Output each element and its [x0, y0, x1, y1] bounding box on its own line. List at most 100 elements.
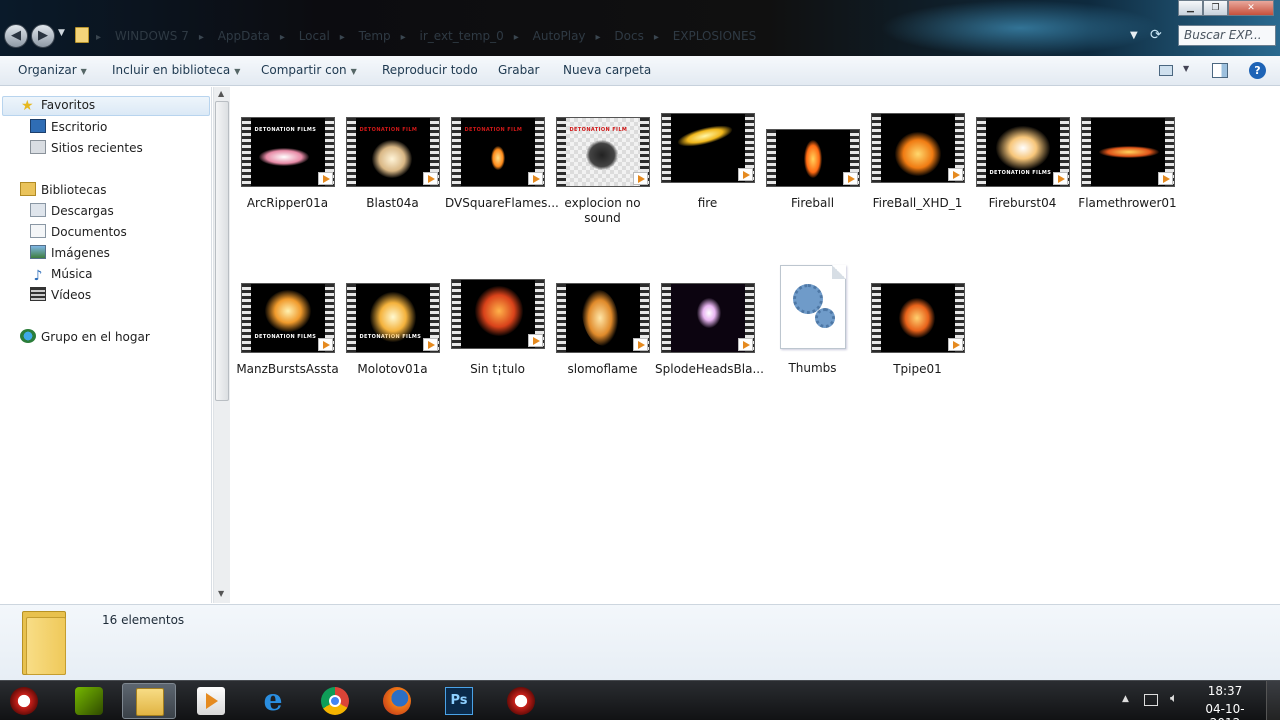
file-item[interactable]: DETONATION FILM DVSquareFlames...: [445, 117, 559, 211]
file-item[interactable]: DETONATION FILMS ArcRipper01a: [235, 117, 340, 211]
file-list: DETONATION FILMS ArcRipper01a DETONATION…: [231, 87, 1280, 603]
file-item[interactable]: slomoflame: [550, 283, 655, 377]
change-view-icon[interactable]: [1159, 65, 1173, 76]
taskbar-photoshop[interactable]: Ps: [432, 683, 486, 719]
thumbnail-watermark: DETONATION FILM: [569, 127, 628, 133]
play-badge-icon: [527, 172, 543, 185]
taskbar-nvidia[interactable]: [62, 683, 116, 719]
chevron-right-icon[interactable]: ▸: [654, 28, 659, 48]
play-badge-icon: [317, 338, 333, 351]
sidebar-item-musica[interactable]: ♪ Música: [30, 265, 93, 283]
back-button[interactable]: ◀: [4, 24, 28, 48]
file-item[interactable]: SplodeHeadsBla...: [655, 283, 764, 377]
play-badge-icon: [737, 168, 753, 181]
sidebar-item-descargas[interactable]: Descargas: [30, 202, 114, 220]
new-folder-button[interactable]: Nueva carpeta: [563, 63, 651, 77]
file-item[interactable]: Flamethrower01: [1075, 117, 1180, 211]
internet-explorer-icon: e: [263, 683, 283, 718]
sidebar-item-escritorio[interactable]: Escritorio: [30, 118, 107, 136]
film-strip: [766, 130, 776, 186]
play-all-button[interactable]: Reproducir todo: [382, 63, 478, 77]
address-dropdown[interactable]: ▼: [1130, 30, 1138, 41]
forward-button[interactable]: ▶: [31, 24, 55, 48]
file-item[interactable]: DETONATION FILMS Molotov01a: [340, 283, 445, 377]
scroll-up-arrow[interactable]: ▲: [218, 89, 224, 98]
video-thumbnail: [555, 283, 650, 353]
file-item[interactable]: fire: [655, 113, 760, 211]
sidebar-item-favoritos[interactable]: ★ Favoritos: [2, 96, 210, 116]
file-item[interactable]: DETONATION FILMS ManzBurstsAssta: [235, 283, 340, 377]
close-button[interactable]: ✕: [1228, 0, 1274, 16]
file-name: SplodeHeadsBla...: [655, 362, 764, 376]
maximize-button[interactable]: ❐: [1203, 0, 1228, 16]
sidebar-item-videos[interactable]: Vídeos: [30, 286, 91, 304]
taskbar-explorer[interactable]: [122, 683, 176, 719]
share-menu[interactable]: Compartir con ▼: [261, 63, 357, 77]
preview-pane-icon[interactable]: [1212, 63, 1228, 78]
taskbar-media-player[interactable]: [184, 683, 238, 719]
file-item[interactable]: FireBall_XHD_1: [865, 113, 970, 211]
clock-time[interactable]: 18:37: [1194, 684, 1256, 698]
show-hidden-icons[interactable]: ▲: [1122, 694, 1129, 704]
burn-button[interactable]: Grabar: [498, 63, 540, 77]
breadcrumb-item[interactable]: WINDOWS 7: [115, 26, 189, 46]
help-icon[interactable]: ?: [1249, 62, 1266, 79]
chevron-right-icon[interactable]: ▸: [340, 28, 345, 48]
gear-icon: [814, 308, 835, 328]
address-bar[interactable]: ▸ WINDOWS 7 ▸ AppData ▸ Local ▸ Temp ▸ ir_ex…: [96, 26, 1126, 46]
taskbar-chrome[interactable]: [308, 683, 362, 719]
chevron-right-icon[interactable]: ▸: [199, 28, 204, 48]
breadcrumb-item[interactable]: AutoPlay: [533, 26, 586, 46]
scroll-down-arrow[interactable]: ▼: [218, 589, 224, 598]
media-player-icon: [197, 687, 225, 715]
taskbar-firefox[interactable]: [370, 683, 424, 719]
show-desktop-button[interactable]: [1266, 681, 1280, 720]
organize-menu[interactable]: Organizar ▼: [18, 63, 87, 77]
breadcrumb-item[interactable]: ir_ext_temp_0: [420, 26, 504, 46]
file-item[interactable]: Sin t¡tulo: [445, 279, 550, 377]
film-strip: [661, 284, 671, 352]
breadcrumb-item[interactable]: AppData: [218, 26, 270, 46]
taskbar-internet-explorer[interactable]: e: [246, 683, 300, 719]
view-options-dropdown[interactable]: ▼: [1183, 64, 1189, 73]
file-item[interactable]: Tpipe01: [865, 283, 970, 377]
start-button[interactable]: [0, 683, 54, 719]
file-item[interactable]: DETONATION FILM Blast04a: [340, 117, 445, 211]
file-item[interactable]: DETONATION FILM explocion no sound: [550, 117, 655, 226]
chevron-right-icon[interactable]: ▸: [514, 28, 519, 48]
sidebar-item-documentos[interactable]: Documentos: [30, 223, 127, 241]
file-item[interactable]: Fireball: [760, 129, 865, 211]
minimize-button[interactable]: ▁: [1178, 0, 1203, 16]
include-library-menu[interactable]: Incluir en biblioteca ▼: [112, 63, 240, 77]
taskbar-app[interactable]: [494, 683, 548, 719]
refresh-icon[interactable]: ⟳: [1150, 27, 1162, 43]
recent-pages-dropdown[interactable]: ▼: [58, 28, 65, 38]
breadcrumb-item[interactable]: Temp: [359, 26, 391, 46]
sidebar-item-label: Documentos: [51, 225, 127, 239]
file-item[interactable]: DETONATION FILMS Fireburst04: [970, 117, 1075, 211]
clock-date[interactable]: 04-10-2012: [1194, 702, 1256, 720]
sidebar-item-grupo-hogar[interactable]: Grupo en el hogar: [20, 328, 150, 346]
volume-icon[interactable]: 🔈︎: [1170, 691, 1178, 706]
sidebar-item-bibliotecas[interactable]: Bibliotecas: [20, 181, 106, 199]
search-input[interactable]: Buscar EXP...: [1178, 25, 1276, 46]
breadcrumb-item[interactable]: Local: [299, 26, 330, 46]
sidebar-item-imagenes[interactable]: Imágenes: [30, 244, 110, 262]
video-thumbnail: [450, 279, 545, 349]
film-strip: [1081, 118, 1091, 186]
chevron-right-icon[interactable]: ▸: [280, 28, 285, 48]
video-frame: DETONATION FILMS: [355, 284, 430, 352]
breadcrumb-item[interactable]: Docs: [614, 26, 643, 46]
play-badge-icon: [1157, 172, 1173, 185]
breadcrumb-item[interactable]: EXPLOSIONES: [673, 26, 757, 46]
sidebar-item-sitios-recientes[interactable]: Sitios recientes: [30, 139, 143, 157]
file-item[interactable]: Thumbs: [760, 265, 865, 376]
sidebar-scrollbar[interactable]: ▲ ▼: [213, 87, 230, 603]
chevron-right-icon[interactable]: ▸: [96, 28, 101, 48]
chevron-right-icon[interactable]: ▸: [401, 28, 406, 48]
video-frame: DETONATION FILM: [460, 118, 535, 186]
scroll-thumb[interactable]: [215, 101, 229, 401]
network-icon[interactable]: [1144, 694, 1158, 706]
start-orb-icon: [10, 687, 38, 715]
chevron-right-icon[interactable]: ▸: [596, 28, 601, 48]
